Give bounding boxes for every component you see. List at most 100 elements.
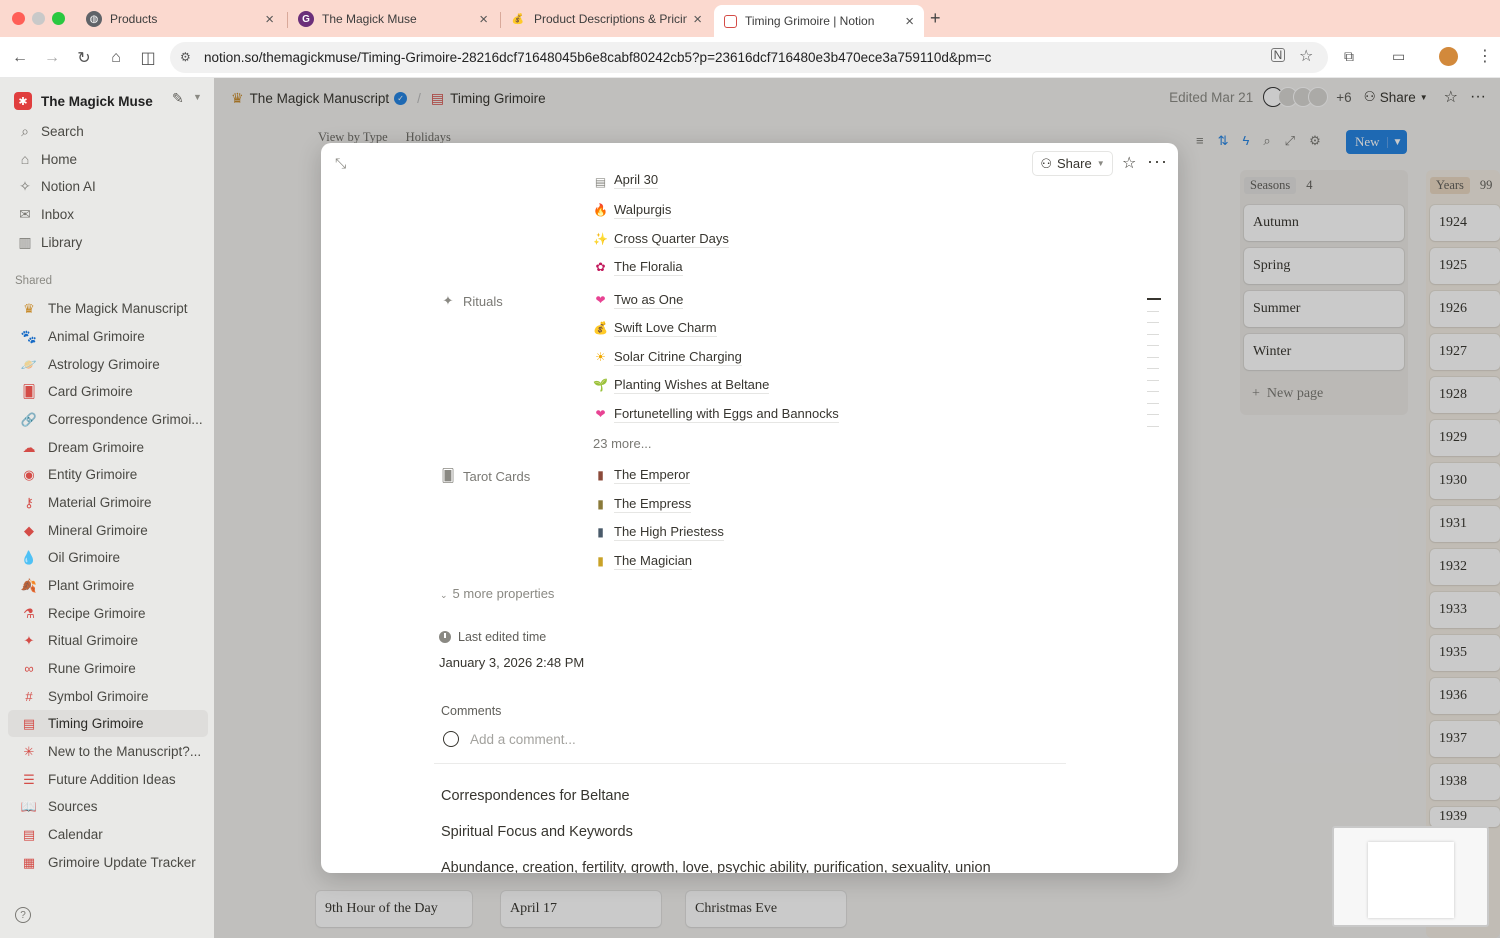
close-window-button[interactable] <box>12 12 25 25</box>
sidebar-item-material-grimoire[interactable]: ⚷ Material Grimoire <box>8 489 208 516</box>
new-page-icon[interactable]: ✎ <box>172 90 184 107</box>
forward-button[interactable]: → <box>41 47 63 69</box>
sidebar-notion-ai[interactable]: ✧ Notion AI <box>16 175 96 197</box>
sidebar-item-animal-grimoire[interactable]: 🐾 Animal Grimoire <box>8 323 208 350</box>
sidebar-item-future-addition-ideas[interactable]: ☰ Future Addition Ideas <box>8 766 208 793</box>
sidebar-item-sources[interactable]: 📖 Sources <box>8 793 208 820</box>
sidebar-item-dream-grimoire[interactable]: ☁ Dream Grimoire <box>8 434 208 461</box>
relation-item[interactable]: 🌱 Planting Wishes at Beltane <box>593 375 770 395</box>
relation-item[interactable]: ☀ Solar Citrine Charging <box>593 347 742 367</box>
sidebar-search[interactable]: ⌕ Search <box>16 120 84 142</box>
new-tab-button[interactable]: + <box>930 8 941 29</box>
chevron-down-icon: ▼ <box>1096 159 1105 168</box>
relation-item[interactable]: ❤ Fortunetelling with Eggs and Bannocks <box>593 404 839 424</box>
people-icon: ⚇ <box>1040 155 1053 171</box>
extensions-icon[interactable]: ⧉ <box>1344 48 1354 65</box>
relation-item[interactable]: ▮ The Magician <box>593 551 693 571</box>
browser-tab-timing-grimoire[interactable]: Timing Grimoire | Notion × <box>714 5 924 37</box>
seedling-icon: 🌱 <box>593 378 608 392</box>
sidebar-item-recipe-grimoire[interactable]: ⚗ Recipe Grimoire <box>8 600 208 627</box>
relation-item[interactable]: ✿ The Floralia <box>593 257 683 277</box>
reload-button[interactable]: ↻ <box>73 47 95 69</box>
split-view-button[interactable]: ◫ <box>137 47 159 69</box>
favorite-star-icon[interactable]: ☆ <box>1122 153 1136 173</box>
close-tab-icon[interactable]: × <box>693 11 702 28</box>
relation-item[interactable]: 💰 Swift Love Charm <box>593 318 717 338</box>
home-button[interactable]: ⌂ <box>105 47 127 69</box>
expand-icon[interactable]: ⤡ <box>335 155 346 172</box>
sidebar-item-timing-grimoire[interactable]: ▤ Timing Grimoire <box>8 710 208 737</box>
wand-icon: ✦ <box>442 293 454 308</box>
property-label-tarot-cards[interactable]: 🂠 Tarot Cards <box>440 466 530 486</box>
sidebar-item-symbol-grimoire[interactable]: # Symbol Grimoire <box>8 683 208 710</box>
close-tab-icon[interactable]: × <box>905 13 914 30</box>
money-bag-icon: 💰 <box>511 13 525 25</box>
workspace-logo-icon: ✱ <box>14 92 32 110</box>
back-button[interactable]: ← <box>9 47 31 69</box>
relation-item[interactable]: ▮ The Emperor <box>593 465 690 485</box>
comment-input[interactable]: Add a comment... <box>443 731 576 747</box>
sidebar-inbox[interactable]: ✉ Inbox <box>16 203 74 225</box>
sidebar-library[interactable]: ▥ Library <box>16 231 82 253</box>
wand-icon: ✦ <box>23 632 35 648</box>
address-bar[interactable]: ⚙ notion.so/themagickmuse/Timing-Grimoir… <box>170 42 1328 73</box>
link-icon: 🔗 <box>20 411 38 427</box>
clock-icon <box>439 631 451 643</box>
tarot-card-icon: ▮ <box>597 468 604 482</box>
browser-tab-products[interactable]: ◍ Products × <box>76 5 284 33</box>
infinity-icon: ∞ <box>24 661 34 676</box>
more-properties-toggle[interactable]: ⌄ 5 more properties <box>440 586 554 601</box>
table-icon: ▦ <box>22 854 36 870</box>
sidebar-item-correspondence-grimoire[interactable]: 🔗 Correspondence Grimoi... <box>8 406 208 433</box>
sidebar-item-calendar[interactable]: ▤ Calendar <box>8 821 208 848</box>
hash-icon: # <box>25 689 33 704</box>
sparkle-icon: ✳ <box>23 743 35 759</box>
browser-tab-magick-muse[interactable]: G The Magick Muse × <box>288 5 498 33</box>
sidebar-item-card-grimoire[interactable]: 🂠 Card Grimoire <box>8 378 208 405</box>
sidebar-item-entity-grimoire[interactable]: ◉ Entity Grimoire <box>8 461 208 488</box>
sidebar-item-magick-manuscript[interactable]: ♛ The Magick Manuscript <box>8 295 208 322</box>
sidebar-home[interactable]: ⌂ Home <box>16 148 77 170</box>
rituals-more-link[interactable]: 23 more... <box>593 436 652 451</box>
modal-share-button[interactable]: ⚇ Share ▼ <box>1032 151 1113 176</box>
tarot-card-icon: ▮ <box>597 525 604 539</box>
body-text: Abundance, creation, fertility, growth, … <box>441 860 991 873</box>
browser-tab-product-descriptions[interactable]: 💰 Product Descriptions & Pricin × <box>500 5 712 33</box>
maximize-window-button[interactable] <box>52 12 65 25</box>
sidebar-item-plant-grimoire[interactable]: 🍂 Plant Grimoire <box>8 572 208 599</box>
relation-item[interactable]: ▮ The Empress <box>593 494 692 514</box>
page-outline-scroller[interactable] <box>1147 298 1161 437</box>
last-edited-label: Last edited time <box>439 630 546 644</box>
close-tab-icon[interactable]: × <box>479 11 488 28</box>
cast-icon[interactable]: ▭ <box>1392 48 1405 65</box>
workspace-switcher[interactable]: ✱ The Magick Muse <box>14 90 153 112</box>
sidebar-item-astrology-grimoire[interactable]: 🪐 Astrology Grimoire <box>8 351 208 378</box>
site-settings-icon[interactable]: ⚙ <box>180 50 191 64</box>
close-tab-icon[interactable]: × <box>265 11 274 28</box>
relation-item[interactable]: 🔥 Walpurgis <box>593 200 672 220</box>
notion-extension-icon[interactable]: N <box>1271 48 1285 62</box>
sidebar-item-new-to-manuscript[interactable]: ✳ New to the Manuscript?... <box>8 738 208 765</box>
sidebar-item-mineral-grimoire[interactable]: ◆ Mineral Grimoire <box>8 517 208 544</box>
browser-menu-icon[interactable]: ⋮ <box>1477 46 1493 66</box>
relation-item[interactable]: ▮ The High Priestess <box>593 522 724 542</box>
relation-item[interactable]: ✨ Cross Quarter Days <box>593 229 729 249</box>
sidebar-item-rune-grimoire[interactable]: ∞ Rune Grimoire <box>8 655 208 682</box>
last-edited-value: January 3, 2026 2:48 PM <box>439 655 585 670</box>
sidebar-item-ritual-grimoire[interactable]: ✦ Ritual Grimoire <box>8 627 208 654</box>
help-icon[interactable]: ? <box>15 907 31 923</box>
more-options-icon[interactable]: ··· <box>1147 151 1168 172</box>
relation-item[interactable]: ❤ Two as One <box>593 290 684 310</box>
sidebar-item-grimoire-update-tracker[interactable]: ▦ Grimoire Update Tracker <box>8 849 208 876</box>
screenshot-thumbnail[interactable] <box>1332 826 1489 927</box>
leaf-icon: 🍂 <box>20 577 38 593</box>
sidebar-item-oil-grimoire[interactable]: 💧 Oil Grimoire <box>8 544 208 571</box>
property-label-rituals[interactable]: ✦ Rituals <box>440 291 503 311</box>
bookmark-star-icon[interactable]: ☆ <box>1299 46 1313 66</box>
relation-item[interactable]: ▤ April 30 <box>593 173 659 189</box>
minimize-window-button[interactable] <box>32 12 45 25</box>
profile-avatar[interactable] <box>1439 47 1458 66</box>
chevron-down-icon[interactable]: ▼ <box>193 92 202 102</box>
calendar-icon: ▤ <box>22 715 36 731</box>
chevron-down-icon: ⌄ <box>440 590 448 600</box>
